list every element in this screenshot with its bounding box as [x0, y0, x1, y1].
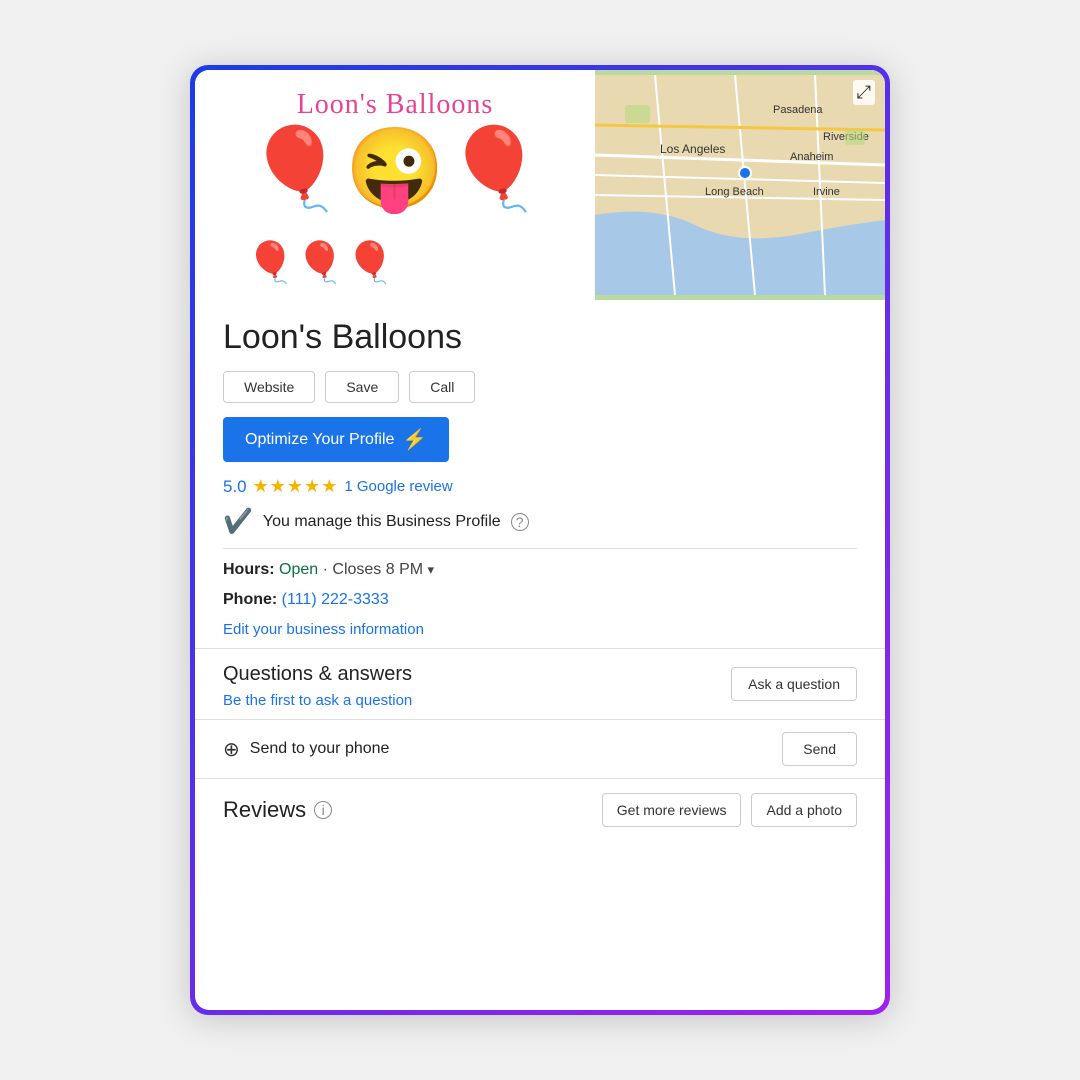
qa-title: Questions & answers	[223, 663, 412, 686]
hours-closes: Closes 8 PM	[332, 561, 423, 578]
manage-help-icon[interactable]: ?	[511, 513, 529, 531]
send-label: Send to your phone	[250, 740, 390, 758]
reviews-section: Reviews i Get more reviews Add a photo	[195, 778, 885, 845]
reviews-title: Reviews	[223, 797, 306, 823]
ask-question-button[interactable]: Ask a question	[731, 667, 857, 701]
save-button[interactable]: Save	[325, 371, 399, 403]
qa-first-ask-link[interactable]: Be the first to ask a question	[223, 692, 412, 709]
verified-badge-icon: ✔️	[223, 507, 253, 536]
map-svg: Pasadena Los Angeles Anaheim Riverside L…	[595, 70, 885, 300]
divider-1	[223, 548, 857, 549]
lightning-icon: ⚡	[402, 427, 427, 452]
logo-area: Loon's Balloons 🎈😜🎈🎈🎈🎈	[195, 70, 595, 300]
edit-business-link[interactable]: Edit your business information	[223, 621, 857, 638]
rating-row: 5.0 ★★★★★ 1 Google review	[223, 476, 857, 497]
hours-open: Open	[279, 561, 318, 578]
hours-separator: ·	[323, 561, 333, 578]
business-name: Loon's Balloons	[223, 318, 857, 357]
reviews-left: Reviews i	[223, 797, 332, 823]
svg-text:Long Beach: Long Beach	[705, 186, 764, 198]
header-section: Loon's Balloons 🎈😜🎈🎈🎈🎈	[195, 70, 885, 300]
manage-text: You manage this Business Profile	[263, 513, 501, 531]
outer-frame: Loon's Balloons 🎈😜🎈🎈🎈🎈	[190, 65, 890, 1015]
hours-dropdown-icon[interactable]: ▾	[428, 562, 435, 577]
action-buttons: Website Save Call	[223, 371, 857, 403]
send-phone-icon: ⊕	[223, 737, 240, 762]
qa-left: Questions & answers Be the first to ask …	[223, 663, 412, 709]
reviews-info-icon[interactable]: i	[314, 801, 332, 819]
phone-label: Phone:	[223, 591, 277, 608]
optimize-profile-button[interactable]: Optimize Your Profile ⚡	[223, 417, 449, 462]
svg-text:Anaheim: Anaheim	[790, 151, 833, 163]
map-area[interactable]: Pasadena Los Angeles Anaheim Riverside L…	[595, 70, 885, 300]
phone-row: Phone: (111) 222-3333	[223, 591, 857, 609]
business-logo-title: Loon's Balloons	[297, 89, 494, 121]
website-button[interactable]: Website	[223, 371, 315, 403]
manage-row: ✔️ You manage this Business Profile ?	[223, 507, 857, 536]
svg-text:Pasadena: Pasadena	[773, 104, 823, 116]
review-link[interactable]: 1 Google review	[344, 478, 452, 495]
optimize-label: Optimize Your Profile	[245, 431, 394, 449]
rating-number: 5.0	[223, 477, 247, 497]
reviews-right: Get more reviews Add a photo	[602, 793, 857, 827]
call-button[interactable]: Call	[409, 371, 475, 403]
qa-section: Questions & answers Be the first to ask …	[195, 648, 885, 719]
stars: ★★★★★	[253, 476, 339, 497]
hours-row: Hours: Open · Closes 8 PM ▾	[223, 561, 857, 579]
phone-number[interactable]: (111) 222-3333	[282, 591, 389, 608]
send-left: ⊕ Send to your phone	[223, 737, 389, 762]
map-expand-icon[interactable]: ⤢	[853, 80, 875, 105]
svg-text:Irvine: Irvine	[813, 186, 840, 198]
add-photo-button[interactable]: Add a photo	[751, 793, 857, 827]
balloon-emoji: 🎈😜🎈🎈🎈🎈	[246, 129, 545, 289]
get-more-reviews-button[interactable]: Get more reviews	[602, 793, 742, 827]
business-section: Loon's Balloons Website Save Call Optimi…	[195, 300, 885, 549]
hours-label: Hours:	[223, 561, 275, 578]
send-button[interactable]: Send	[782, 732, 857, 766]
svg-text:Los Angeles: Los Angeles	[660, 142, 725, 156]
info-section: Hours: Open · Closes 8 PM ▾ Phone: (111)…	[195, 561, 885, 638]
send-section: ⊕ Send to your phone Send	[195, 719, 885, 778]
inner-card: Loon's Balloons 🎈😜🎈🎈🎈🎈	[195, 70, 885, 1010]
